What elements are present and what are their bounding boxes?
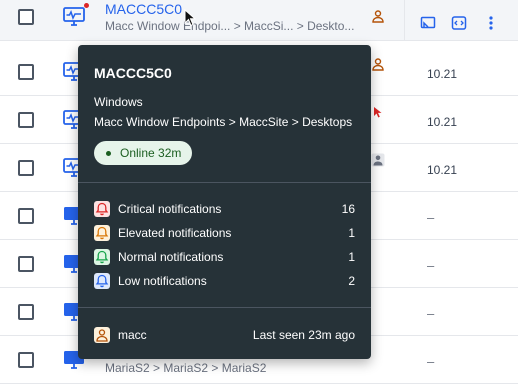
- bell-elevated-icon: [94, 225, 110, 241]
- user-icon: [371, 153, 385, 167]
- bell-critical-icon: [94, 201, 110, 217]
- device-path: MariaS2 > MariaS2 > MariaS2: [105, 361, 267, 375]
- notification-row: Critical notifications 16: [94, 200, 355, 218]
- notification-label: Low notifications: [118, 274, 207, 288]
- pointer-alert-icon: [371, 105, 385, 119]
- bell-normal-icon: [94, 249, 110, 265]
- notification-count: 1: [348, 226, 355, 240]
- notification-count: 2: [348, 274, 355, 288]
- notification-label: Normal notifications: [118, 250, 224, 264]
- online-dot-icon: [106, 150, 111, 156]
- row-checkbox[interactable]: [18, 256, 34, 272]
- notification-label: Critical notifications: [118, 202, 222, 216]
- desktop-icon: [62, 5, 86, 29]
- remote-control-icon[interactable]: [420, 15, 436, 31]
- status-text: Online 32m: [120, 146, 182, 160]
- row-checkbox[interactable]: [18, 112, 34, 128]
- tooltip-os: Windows: [94, 95, 143, 109]
- notification-count: 1: [348, 250, 355, 264]
- script-icon[interactable]: [451, 15, 467, 31]
- status-badge: Online 32m: [94, 141, 193, 165]
- user-icon: [94, 327, 110, 343]
- table-row[interactable]: MACCC5C0 Macc Window Endpoi... > MaccSi.…: [0, 0, 518, 41]
- notification-label: Elevated notifications: [118, 226, 232, 240]
- tooltip-title: MACCC5C0: [94, 65, 172, 81]
- divider: [78, 307, 371, 308]
- agent-version: –: [427, 258, 435, 273]
- notification-row: Low notifications 2: [94, 272, 355, 290]
- notification-count: 16: [341, 202, 355, 216]
- column-divider: [404, 0, 405, 41]
- user-icon: [371, 57, 385, 71]
- row-checkbox[interactable]: [18, 9, 34, 25]
- device-table: MACCC5C0 Macc Window Endpoi... > MaccSi.…: [0, 0, 518, 384]
- device-name-link[interactable]: MACCC5C0: [105, 1, 182, 17]
- tooltip-username: macc: [118, 328, 147, 342]
- bell-low-icon: [94, 273, 110, 289]
- row-checkbox[interactable]: [18, 64, 34, 80]
- row-checkbox[interactable]: [18, 208, 34, 224]
- agent-version: 10.21: [427, 67, 458, 81]
- mouse-pointer-icon: [184, 8, 197, 27]
- divider: [78, 182, 371, 183]
- more-options-icon[interactable]: [483, 15, 499, 31]
- row-checkbox[interactable]: [18, 352, 34, 368]
- agent-version: –: [427, 210, 435, 225]
- agent-version: –: [427, 354, 435, 369]
- device-tooltip: MACCC5C0 Windows Macc Window Endpoints >…: [78, 45, 371, 359]
- last-seen: Last seen 23m ago: [252, 328, 355, 342]
- user-icon: [371, 9, 385, 23]
- agent-version: 10.21: [427, 163, 458, 177]
- notification-row: Elevated notifications 1: [94, 224, 355, 242]
- notification-row: Normal notifications 1: [94, 248, 355, 266]
- row-checkbox[interactable]: [18, 304, 34, 320]
- row-checkbox[interactable]: [18, 160, 34, 176]
- device-path: Macc Window Endpoi... > MaccSi... > Desk…: [105, 19, 355, 33]
- tooltip-path: Macc Window Endpoints > MaccSite > Deskt…: [94, 115, 353, 129]
- alert-dot: [84, 3, 89, 8]
- agent-version: 10.21: [427, 115, 458, 129]
- agent-version: –: [427, 306, 435, 321]
